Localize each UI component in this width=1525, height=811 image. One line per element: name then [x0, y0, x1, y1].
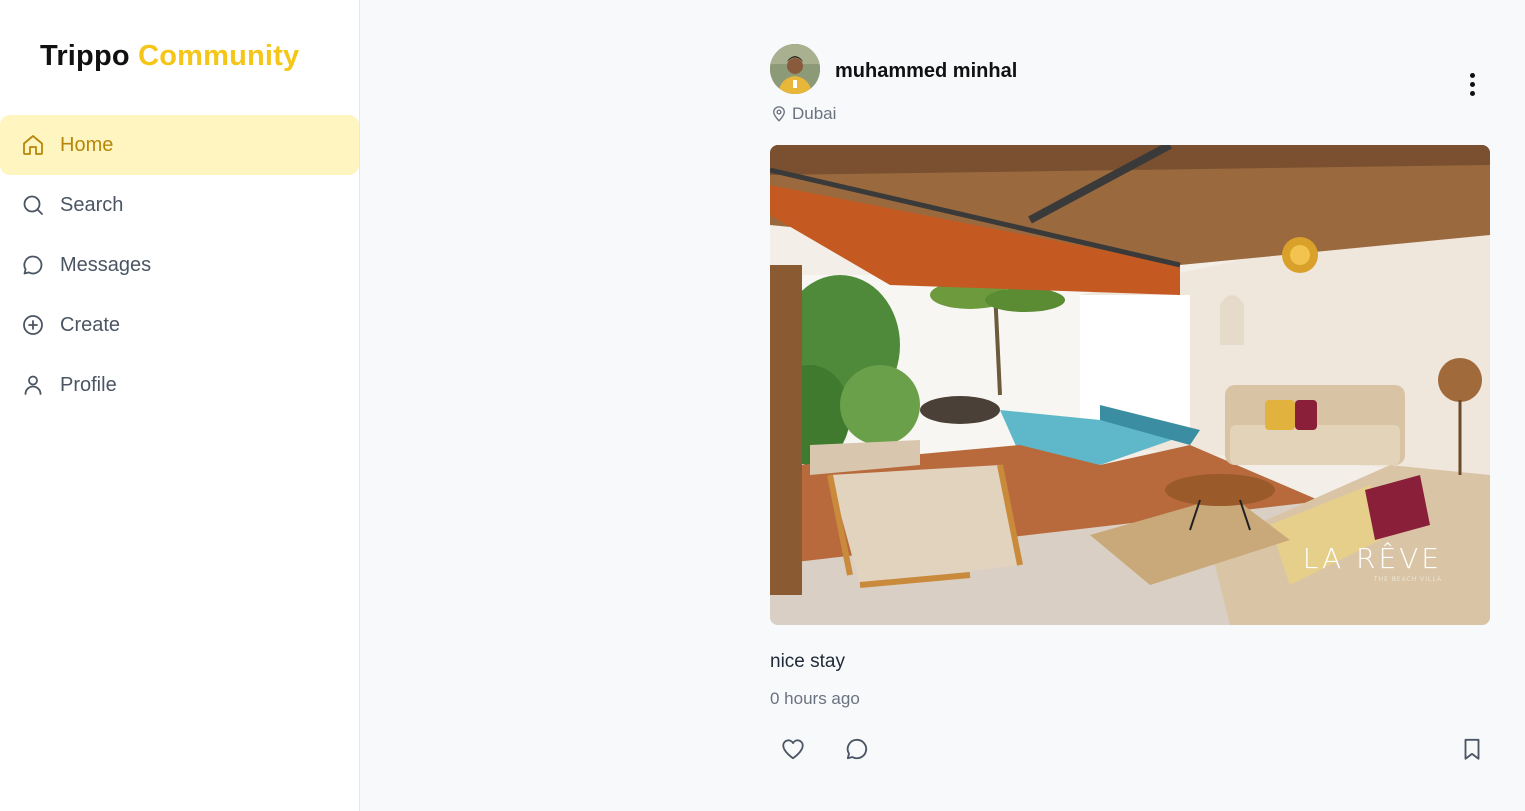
avatar[interactable]: [770, 44, 820, 94]
search-icon: [20, 192, 46, 218]
post-card: muhammed minhal Dubai LA RÊVE THE BEACH …: [770, 44, 1490, 765]
home-icon: [20, 132, 46, 158]
sidebar-item-label: Search: [60, 193, 124, 216]
sidebar-item-label: Create: [60, 313, 121, 336]
brand-name-part1: Trippo: [40, 40, 130, 72]
sidebar-item-home[interactable]: Home: [0, 115, 359, 175]
sidebar-item-messages[interactable]: Messages: [0, 235, 359, 295]
brand-name-part2: Community: [138, 40, 300, 72]
sidebar-nav: Home Search Messages Create Profile: [0, 115, 359, 415]
sidebar: Trippo Community Home Search Messages Cr…: [0, 0, 360, 811]
post-actions: [770, 735, 1490, 765]
post-location: Dubai: [770, 104, 1490, 124]
post-caption: nice stay: [770, 651, 845, 672]
sidebar-item-label: Home: [60, 133, 114, 156]
location-pin-icon: [773, 106, 785, 122]
image-watermark: LA RÊVE THE BEACH VILLA: [1302, 542, 1442, 583]
brand-logo[interactable]: Trippo Community: [40, 40, 299, 73]
sidebar-item-label: Profile: [60, 373, 117, 396]
sidebar-item-profile[interactable]: Profile: [0, 355, 359, 415]
sidebar-item-search[interactable]: Search: [0, 175, 359, 235]
post-timestamp: 0 hours ago: [770, 689, 860, 708]
post-header: muhammed minhal: [770, 44, 1490, 100]
message-icon: [20, 252, 46, 278]
post-image[interactable]: LA RÊVE THE BEACH VILLA: [770, 145, 1490, 625]
location-text: Dubai: [792, 104, 837, 123]
heart-icon[interactable]: [779, 735, 807, 763]
sidebar-item-label: Messages: [60, 253, 152, 276]
bookmark-icon[interactable]: [1458, 735, 1486, 763]
comment-icon[interactable]: [843, 735, 871, 763]
sidebar-item-create[interactable]: Create: [0, 295, 359, 355]
plus-circle-icon: [20, 312, 46, 338]
post-username[interactable]: muhammed minhal: [835, 60, 1017, 83]
more-vertical-icon[interactable]: [1462, 70, 1482, 98]
user-icon: [20, 372, 46, 398]
